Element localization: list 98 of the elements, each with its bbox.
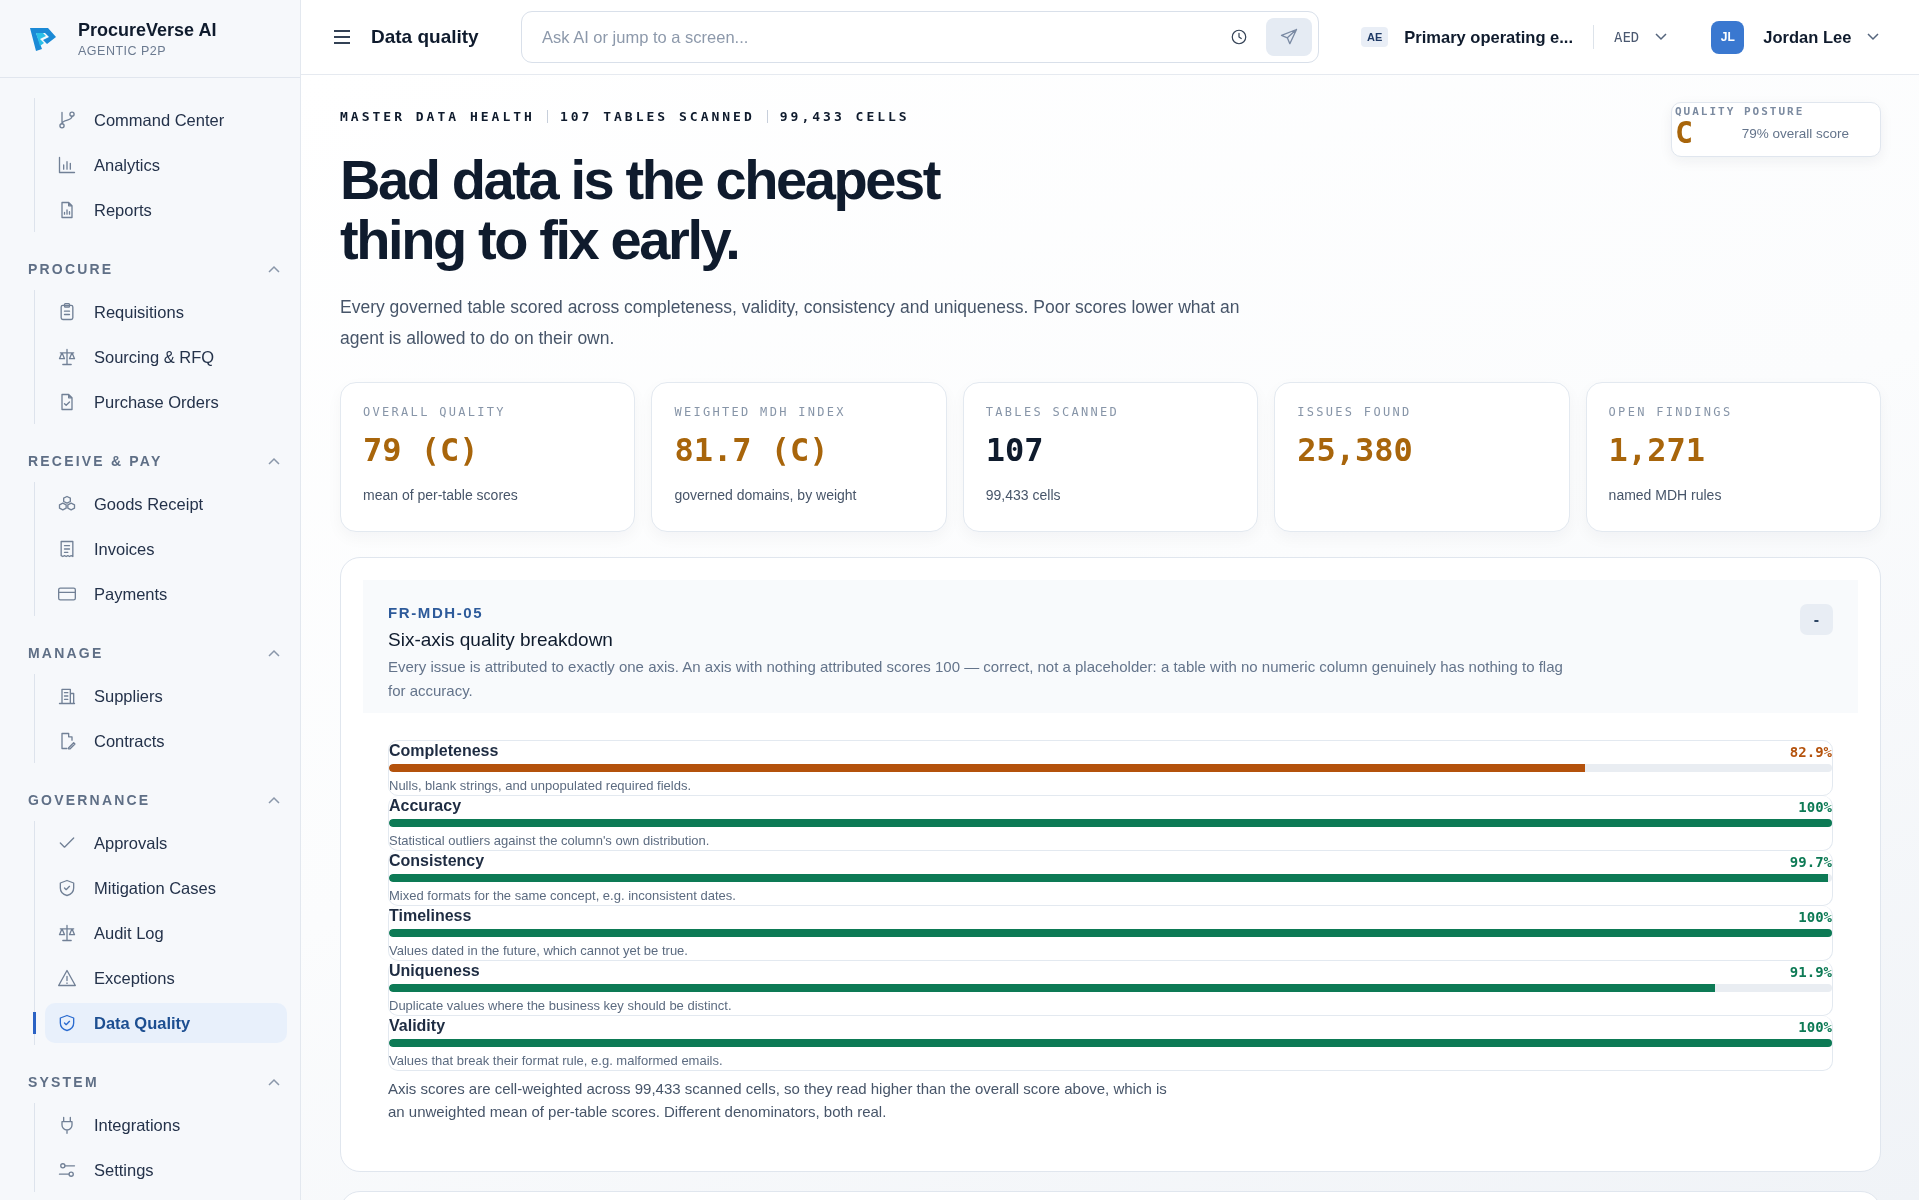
sidebar-item[interactable]: Analytics xyxy=(45,145,287,185)
user-menu[interactable]: Jordan Lee xyxy=(1757,26,1886,48)
send-button[interactable] xyxy=(1266,18,1312,56)
metric-value: 107 xyxy=(985,431,1045,471)
sidebar-item[interactable]: Goods Receipt xyxy=(45,484,287,524)
axis-score: 82.9% xyxy=(1789,744,1832,760)
axis-description: Values that break their format rule, e.g. malformed emails. xyxy=(389,1052,724,1069)
sidebar-item[interactable]: Contracts xyxy=(45,721,287,761)
metric-note: 99,433 cells xyxy=(985,487,1062,503)
building-icon xyxy=(57,686,77,706)
sidebar-item[interactable]: Reports xyxy=(45,190,287,230)
axis-score: 100% xyxy=(1798,909,1832,925)
shield-check-icon xyxy=(57,878,77,898)
axis-name: Timeliness xyxy=(389,907,472,925)
metric-value: 1,271 xyxy=(1608,431,1706,471)
axis-description: Statistical outliers against the column's own distribution. xyxy=(389,832,711,849)
avatar[interactable]: JL xyxy=(1711,20,1745,54)
axis-name: Completeness xyxy=(389,742,499,760)
chevron-up-icon xyxy=(268,1078,280,1086)
card-title: Six-axis quality breakdown xyxy=(388,629,614,651)
metric-note: mean of per-table scores xyxy=(363,487,519,503)
branch-icon xyxy=(57,110,77,130)
sidebar-item[interactable]: Invoices xyxy=(45,529,287,569)
bar-chart-icon xyxy=(57,155,77,175)
section-header[interactable]: GOVERNANCE xyxy=(28,789,280,811)
clock-icon[interactable] xyxy=(1230,28,1248,46)
chevron-down-icon xyxy=(1655,33,1668,41)
axis-score: 91.9% xyxy=(1789,964,1832,980)
footnote: Axis scores are cell-weighted across 99,433 scanned cells, so they read higher than the overall score above, which is an unweighted mean of per-table scores. Different denominators, both real. xyxy=(388,1079,1168,1122)
metric-label: ISSUES FOUND xyxy=(1297,405,1413,419)
entity-code: AE xyxy=(1361,27,1389,47)
axis-description: Mixed formats for the same concept, e.g. inconsistent dates. xyxy=(389,887,737,904)
metric-value: 79 (C) xyxy=(363,431,480,471)
axis-score: 100% xyxy=(1798,1019,1832,1035)
sidebar-item[interactable]: Command Center xyxy=(45,100,287,140)
metric-note: named MDH rules xyxy=(1608,487,1723,503)
collapse-button[interactable]: - xyxy=(1800,604,1833,635)
posture-label: QUALITY POSTURE xyxy=(1675,105,1806,118)
metric-label: OVERALL QUALITY xyxy=(363,405,507,419)
chevron-up-icon xyxy=(268,265,280,273)
chevron-up-icon xyxy=(268,457,280,465)
page-description: Every governed table scored across completeness, validity, consistency and uniqueness. Poor scores lower what an agent is allowed to do on their own. xyxy=(340,296,1240,350)
metric-note: governed domains, by weight xyxy=(674,487,858,503)
scale-icon xyxy=(57,347,77,367)
section-header[interactable]: MANAGE xyxy=(28,642,280,664)
metric-value: 81.7 (C) xyxy=(674,431,830,471)
posture-grade: C xyxy=(1675,118,1694,148)
section-header[interactable]: RECEIVE & PAY xyxy=(28,450,280,472)
sidebar-item[interactable]: Requisitions xyxy=(45,292,287,332)
sidebar-item[interactable]: Data Quality xyxy=(45,1003,287,1043)
axis-name: Uniqueness xyxy=(389,962,480,980)
axis-description: Values dated in the future, which cannot yet be true. xyxy=(389,942,689,959)
page-heading: Bad data is the cheapest thing to fix early. xyxy=(340,150,941,270)
brand-tagline: AGENTIC P2P xyxy=(78,43,168,58)
sidebar-item[interactable]: Sourcing & RFQ xyxy=(45,337,287,377)
sidebar-item[interactable]: Payments xyxy=(45,574,287,614)
sidebar-item[interactable]: Mitigation Cases xyxy=(45,868,287,908)
axis-description: Duplicate values where the business key should be distinct. xyxy=(389,997,733,1014)
posture-score: 79% overall score xyxy=(1741,125,1849,141)
sidebar-item[interactable]: Purchase Orders xyxy=(45,382,287,422)
shield-check-icon xyxy=(57,1013,77,1033)
section-header[interactable]: PROCURE xyxy=(28,258,280,280)
sidebar-item[interactable]: Settings xyxy=(45,1150,287,1190)
sidebar-item[interactable]: Approvals xyxy=(45,823,287,863)
stat-label: 99,433 CELLS xyxy=(779,109,910,124)
page-title: Data quality xyxy=(371,26,480,48)
axis-score: 99.7% xyxy=(1789,854,1832,870)
section-header[interactable]: SYSTEM xyxy=(28,1071,280,1093)
chevron-down-icon xyxy=(1867,33,1880,41)
sidebar-item[interactable]: Integrations xyxy=(45,1105,287,1145)
metric-label: TABLES SCANNED xyxy=(985,405,1121,419)
sidebar-item[interactable]: Audit Log xyxy=(45,913,287,953)
scale-icon xyxy=(57,923,77,943)
stat-label: MASTER DATA HEALTH xyxy=(340,109,535,124)
sliders-icon xyxy=(57,1160,77,1180)
metric-label: OPEN FINDINGS xyxy=(1608,405,1734,419)
warning-icon xyxy=(57,968,77,988)
metric-value: 25,380 xyxy=(1297,431,1414,471)
axis-description: Nulls, blank strings, and unpopulated required fields. xyxy=(389,777,693,794)
currency-selector[interactable]: AED xyxy=(1608,28,1674,46)
axis-score: 100% xyxy=(1798,799,1832,815)
menu-icon[interactable] xyxy=(333,30,351,44)
metric-label: WEIGHTED MDH INDEX xyxy=(674,405,847,419)
sidebar-item[interactable]: Suppliers xyxy=(45,676,287,716)
axis-name: Accuracy xyxy=(389,797,462,815)
entity-name[interactable]: Primary operating e... xyxy=(1404,27,1573,47)
axis-name: Validity xyxy=(389,1017,446,1035)
card-description: Every issue is attributed to exactly one axis. An axis with nothing attributed scores 100 — correct, not a placeholder: a table with no numeric column genuinely has nothing to flag for accuracy. xyxy=(388,657,1564,701)
send-icon xyxy=(1279,27,1299,47)
sidebar-item[interactable]: Exceptions xyxy=(45,958,287,998)
search-input[interactable]: Ask AI or jump to a screen... xyxy=(540,26,1230,48)
stat-label: 107 TABLES SCANNED xyxy=(559,109,755,124)
axis-name: Consistency xyxy=(389,852,485,870)
chevron-up-icon xyxy=(268,796,280,804)
search-field[interactable]: Ask AI or jump to a screen... xyxy=(521,11,1319,63)
brand-name: ProcureVerse AI xyxy=(78,19,217,41)
section-code: FR-MDH-05 xyxy=(388,604,485,621)
chevron-up-icon xyxy=(268,649,280,657)
